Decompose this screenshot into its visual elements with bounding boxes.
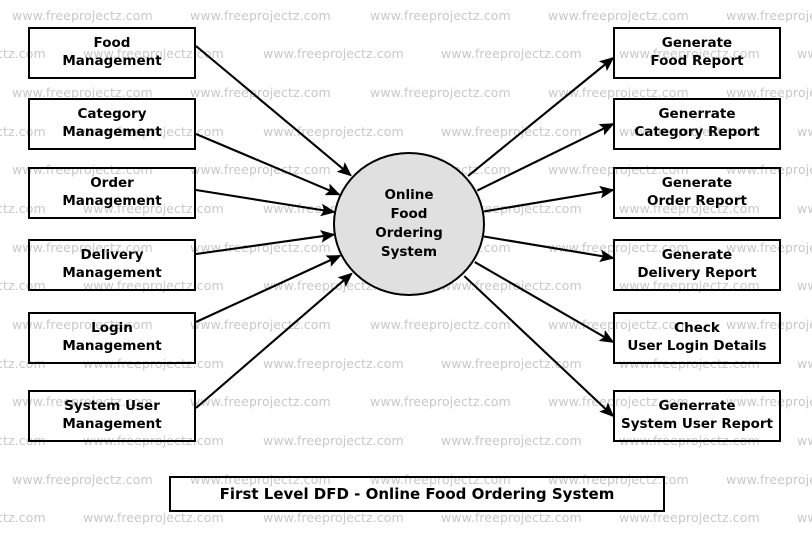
entity-label: Login Management (62, 320, 162, 354)
entity-generate-system-user-report[interactable]: Generrate System User Report (613, 390, 781, 442)
entity-generate-order-report[interactable]: Generate Order Report (613, 167, 781, 219)
entity-check-user-login-details[interactable]: Check User Login Details (613, 312, 781, 364)
entity-category-management[interactable]: Category Management (28, 98, 196, 150)
diagram-title: First Level DFD - Online Food Ordering S… (219, 485, 615, 503)
diagram-nodes: Food Management Category Management Orde… (0, 0, 812, 549)
process-online-food-ordering-system[interactable]: Online Food Ordering System (333, 152, 485, 296)
entity-label: Check User Login Details (627, 320, 767, 354)
entity-label: Category Management (62, 106, 162, 140)
entity-delivery-management[interactable]: Delivery Management (28, 239, 196, 291)
entity-label: Generrate System User Report (620, 398, 774, 432)
entity-generate-food-report[interactable]: Generate Food Report (613, 27, 781, 79)
entity-order-management[interactable]: Order Management (28, 167, 196, 219)
entity-label: Order Management (62, 175, 162, 209)
entity-generate-delivery-report[interactable]: Generate Delivery Report (613, 239, 781, 291)
dfd-diagram-canvas: www.freeprojectz.com www.freeprojectz.com… (0, 0, 812, 549)
entity-label: System User Management (62, 398, 162, 432)
entity-label: Generate Delivery Report (637, 247, 757, 281)
entity-label: Generate Order Report (647, 175, 747, 209)
entity-generate-category-report[interactable]: Generrate Category Report (613, 98, 781, 150)
process-label: Online Food Ordering System (375, 186, 443, 261)
entity-login-management[interactable]: Login Management (28, 312, 196, 364)
entity-label: Generate Food Report (650, 35, 744, 69)
diagram-caption-box: First Level DFD - Online Food Ordering S… (169, 476, 665, 512)
entity-label: Food Management (62, 35, 162, 69)
entity-label: Generrate Category Report (634, 106, 760, 140)
entity-label: Delivery Management (62, 247, 162, 281)
entity-system-user-management[interactable]: System User Management (28, 390, 196, 442)
entity-food-management[interactable]: Food Management (28, 27, 196, 79)
